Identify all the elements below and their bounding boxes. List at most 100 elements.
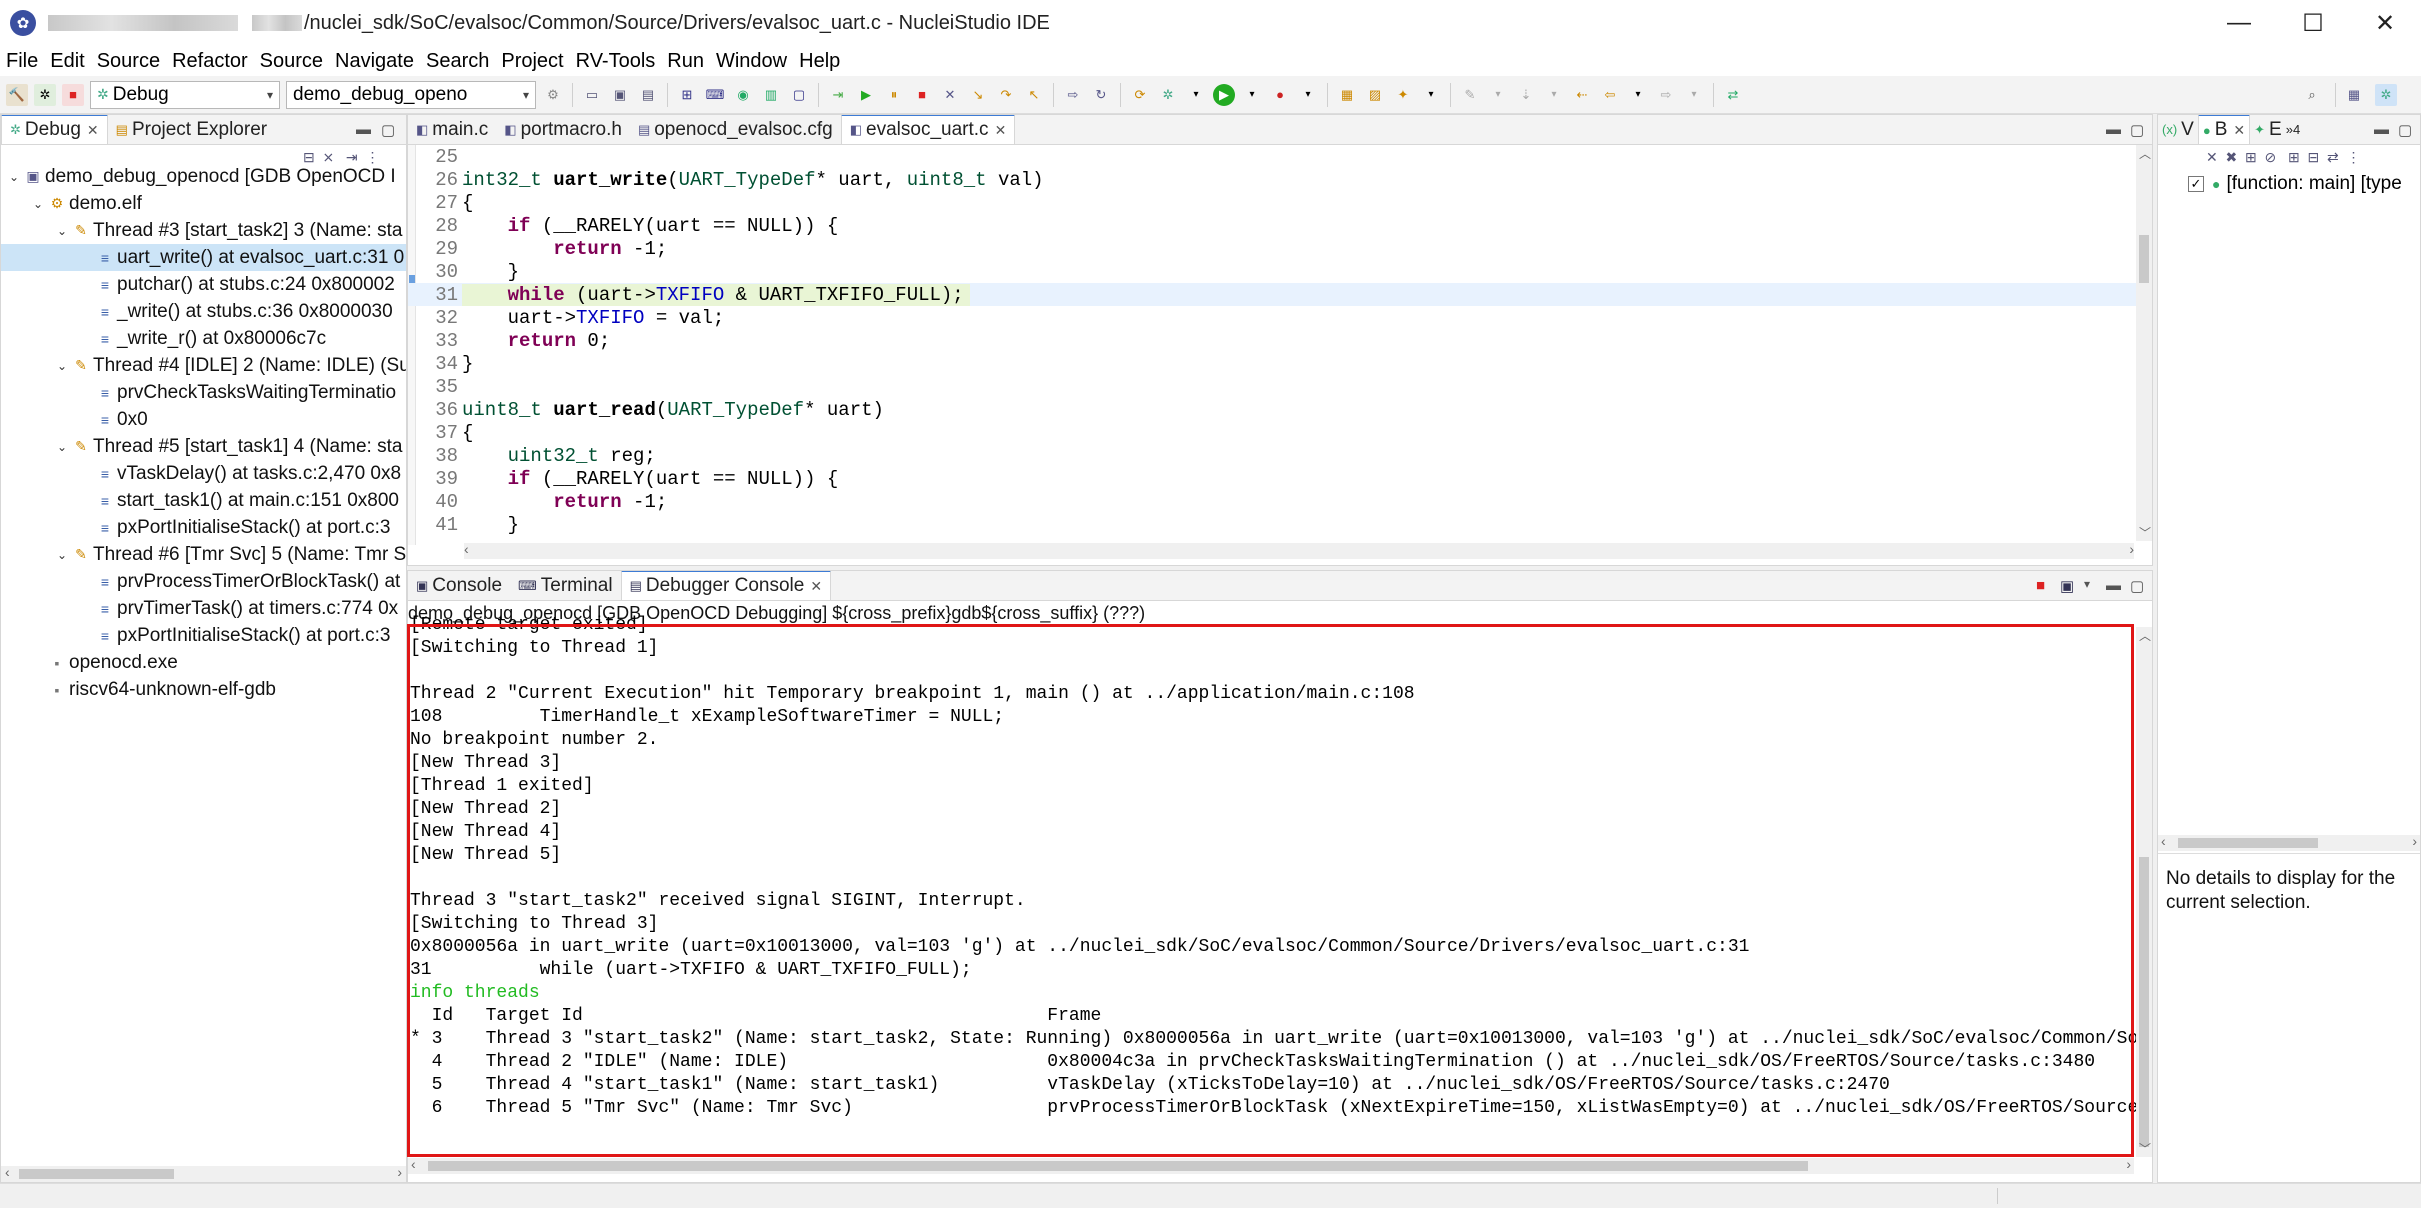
maximize-view-icon[interactable]: ▢: [2130, 577, 2144, 595]
maximize-view-icon[interactable]: ▢: [381, 121, 395, 139]
scroll-down-icon[interactable]: ﹀: [2139, 524, 2151, 541]
menu-navigate[interactable]: Navigate: [329, 50, 420, 73]
stack-frame-item[interactable]: ≡ prvProcessTimerOrBlockTask() at: [1, 568, 406, 595]
chevron-down-icon[interactable]: ▾: [1683, 84, 1705, 106]
chevron-down-icon[interactable]: ⌄: [55, 440, 69, 454]
tree-item[interactable]: ⌄ ⚙ demo.elf: [1, 190, 406, 217]
stack-frame-item[interactable]: ≡ prvCheckTasksWaitingTerminatio: [1, 379, 406, 406]
code-line[interactable]: 25: [408, 145, 2152, 168]
menu-file[interactable]: File: [0, 50, 44, 73]
gear-icon[interactable]: ⚙: [542, 84, 564, 106]
refresh-icon[interactable]: ⟳: [1129, 84, 1151, 106]
code-line[interactable]: 27{: [408, 191, 2152, 214]
connect-icon[interactable]: ⊞: [676, 84, 698, 106]
stack-frame-item[interactable]: ≡ 0x0: [1, 406, 406, 433]
menu-source[interactable]: Source: [91, 50, 166, 73]
scroll-right-icon[interactable]: ›: [2129, 541, 2134, 557]
tab-openocd-cfg[interactable]: ▤ openocd_evalsoc.cfg: [630, 115, 841, 144]
scroll-left-icon[interactable]: ‹: [2161, 833, 2166, 849]
close-icon[interactable]: ✕: [810, 578, 822, 595]
show-supported-icon[interactable]: ⊞: [2245, 149, 2257, 165]
scroll-up-icon[interactable]: ︿: [2139, 627, 2151, 644]
chevron-down-icon[interactable]: ⌄: [7, 170, 21, 184]
step-over-icon[interactable]: ↷: [995, 84, 1017, 106]
view-menu-icon[interactable]: ⋮: [2347, 149, 2361, 165]
tab-main-c[interactable]: ◧ main.c: [408, 115, 496, 144]
code-line[interactable]: 26 int32_t uart_write(UART_TypeDef* uart,…: [408, 168, 2152, 191]
link-icon[interactable]: ⇄: [2327, 149, 2339, 165]
forward-icon[interactable]: ⇨: [1655, 84, 1677, 106]
menu-help[interactable]: Help: [793, 50, 846, 73]
breakpoint-item[interactable]: ✓ ● [function: main] [type: [2188, 172, 2402, 196]
stack-frame-item[interactable]: ≡ start_task1() at main.c:151 0x800: [1, 487, 406, 514]
debug-bug-icon[interactable]: ✲: [34, 83, 56, 106]
collapse-all-icon[interactable]: ⊟: [2307, 149, 2319, 165]
thread-item[interactable]: ⌄ ✎ Thread #6 [Tmr Svc] 5 (Name: Tmr S: [1, 541, 406, 568]
chevron-down-icon[interactable]: ▾: [1487, 84, 1509, 106]
stack-frame-item[interactable]: ≡ prvTimerTask() at timers.c:774 0x: [1, 595, 406, 622]
tree-item[interactable]: ⌄ ▣ demo_debug_openocd [GDB OpenOCD I: [1, 163, 406, 190]
close-icon[interactable]: ✕: [87, 122, 99, 139]
code-line[interactable]: 31 while (uart->TXFIFO & UART_TXFIFO_FUL…: [408, 283, 2152, 306]
enabled-checkbox[interactable]: ✓: [2188, 176, 2204, 192]
open-folder-icon[interactable]: ▨: [1364, 84, 1386, 106]
code-line[interactable]: 41 }: [408, 513, 2152, 536]
thread-item[interactable]: ⌄ ✎ Thread #4 [IDLE] 2 (Name: IDLE) (Su: [1, 352, 406, 379]
tab-breakpoints[interactable]: ● B ✕: [2197, 115, 2251, 144]
horizontal-scrollbar[interactable]: ‹ ›: [2158, 833, 2420, 851]
code-line[interactable]: 32 uart->TXFIFO = val;: [408, 306, 2152, 329]
scroll-right-icon[interactable]: ›: [397, 1164, 402, 1180]
code-line[interactable]: 40 return -1;: [408, 490, 2152, 513]
annotation-icon[interactable]: ✎: [1459, 84, 1481, 106]
code-line[interactable]: 28 if (__RARELY(uart == NULL)) {: [408, 214, 2152, 237]
horizontal-scrollbar[interactable]: ‹ ›: [1, 1164, 406, 1182]
close-button[interactable]: ✕: [2349, 0, 2421, 46]
thread-item[interactable]: ⌄ ✎ Thread #3 [start_task2] 3 (Name: sta: [1, 217, 406, 244]
scroll-thumb[interactable]: [2139, 235, 2149, 283]
tab-variables[interactable]: (x) V: [2158, 115, 2198, 144]
tab-debugger-console[interactable]: ▤ Debugger Console ✕: [620, 571, 832, 600]
scroll-up-icon[interactable]: ︿: [2139, 145, 2151, 162]
launch-config-combo[interactable]: demo_debug_openo ▾: [286, 80, 536, 109]
open-type-icon[interactable]: ▦: [1336, 84, 1358, 106]
chevron-down-icon[interactable]: ⌄: [55, 548, 69, 562]
minimize-button[interactable]: —: [2203, 0, 2275, 46]
splitter[interactable]: [2158, 853, 2420, 854]
tab-project-explorer[interactable]: ▤ Project Explorer: [108, 115, 275, 144]
menu-run[interactable]: Run: [661, 50, 710, 73]
terminal-icon[interactable]: ⌨: [704, 84, 726, 106]
chevron-down-icon[interactable]: ▾: [1241, 84, 1263, 106]
menu-rv-tools[interactable]: RV-Tools: [570, 50, 662, 73]
chevron-down-icon[interactable]: ▾: [1185, 84, 1207, 106]
terminate-icon[interactable]: ■: [911, 84, 933, 106]
stack-frame-item[interactable]: ≡ pxPortInitialiseStack() at port.c:3: [1, 622, 406, 649]
skip-breakpoints-icon[interactable]: ⇥: [827, 84, 849, 106]
remove-all-icon[interactable]: ✖: [2226, 149, 2238, 165]
code-line[interactable]: 37{: [408, 421, 2152, 444]
horizontal-scrollbar[interactable]: ‹ ›: [464, 541, 2134, 559]
scroll-right-icon[interactable]: ›: [2126, 1156, 2131, 1172]
last-edit-icon[interactable]: ⇠: [1571, 84, 1593, 106]
perspective-debug-icon[interactable]: ✲: [2375, 83, 2397, 106]
code-line[interactable]: 38 uint32_t reg;: [408, 444, 2152, 467]
tree-item[interactable]: ▪ openocd.exe: [1, 649, 406, 676]
restart-icon[interactable]: ↻: [1090, 84, 1112, 106]
tab-debug[interactable]: ✲ Debug ✕: [1, 115, 108, 144]
tab-terminal[interactable]: ⌨ Terminal: [510, 571, 621, 600]
menu-search[interactable]: Search: [420, 50, 495, 73]
chevron-down-icon[interactable]: ⌄: [31, 197, 45, 211]
chevron-down-icon[interactable]: ▾: [2084, 577, 2090, 591]
expand-all-icon[interactable]: ⊞: [2288, 149, 2300, 165]
perspective-cpp-icon[interactable]: ▦: [2343, 84, 2365, 106]
suspend-icon[interactable]: ⏸: [883, 84, 905, 106]
scroll-right-icon[interactable]: ›: [2412, 833, 2417, 849]
stack-frame-item[interactable]: ≡ _write() at stubs.c:36 0x8000030: [1, 298, 406, 325]
launch-mode-combo[interactable]: ✲ Debug ▾: [90, 80, 280, 109]
debug-config-icon[interactable]: ✲: [1157, 84, 1179, 106]
scroll-left-icon[interactable]: ‹: [5, 1164, 10, 1180]
tab-console[interactable]: ▣ Console: [408, 571, 510, 600]
chevron-down-icon[interactable]: ⌄: [55, 359, 69, 373]
chevron-down-icon[interactable]: ⌄: [55, 224, 69, 238]
chevron-down-icon[interactable]: ▾: [1543, 84, 1565, 106]
minimize-view-icon[interactable]: ▬: [356, 121, 371, 138]
